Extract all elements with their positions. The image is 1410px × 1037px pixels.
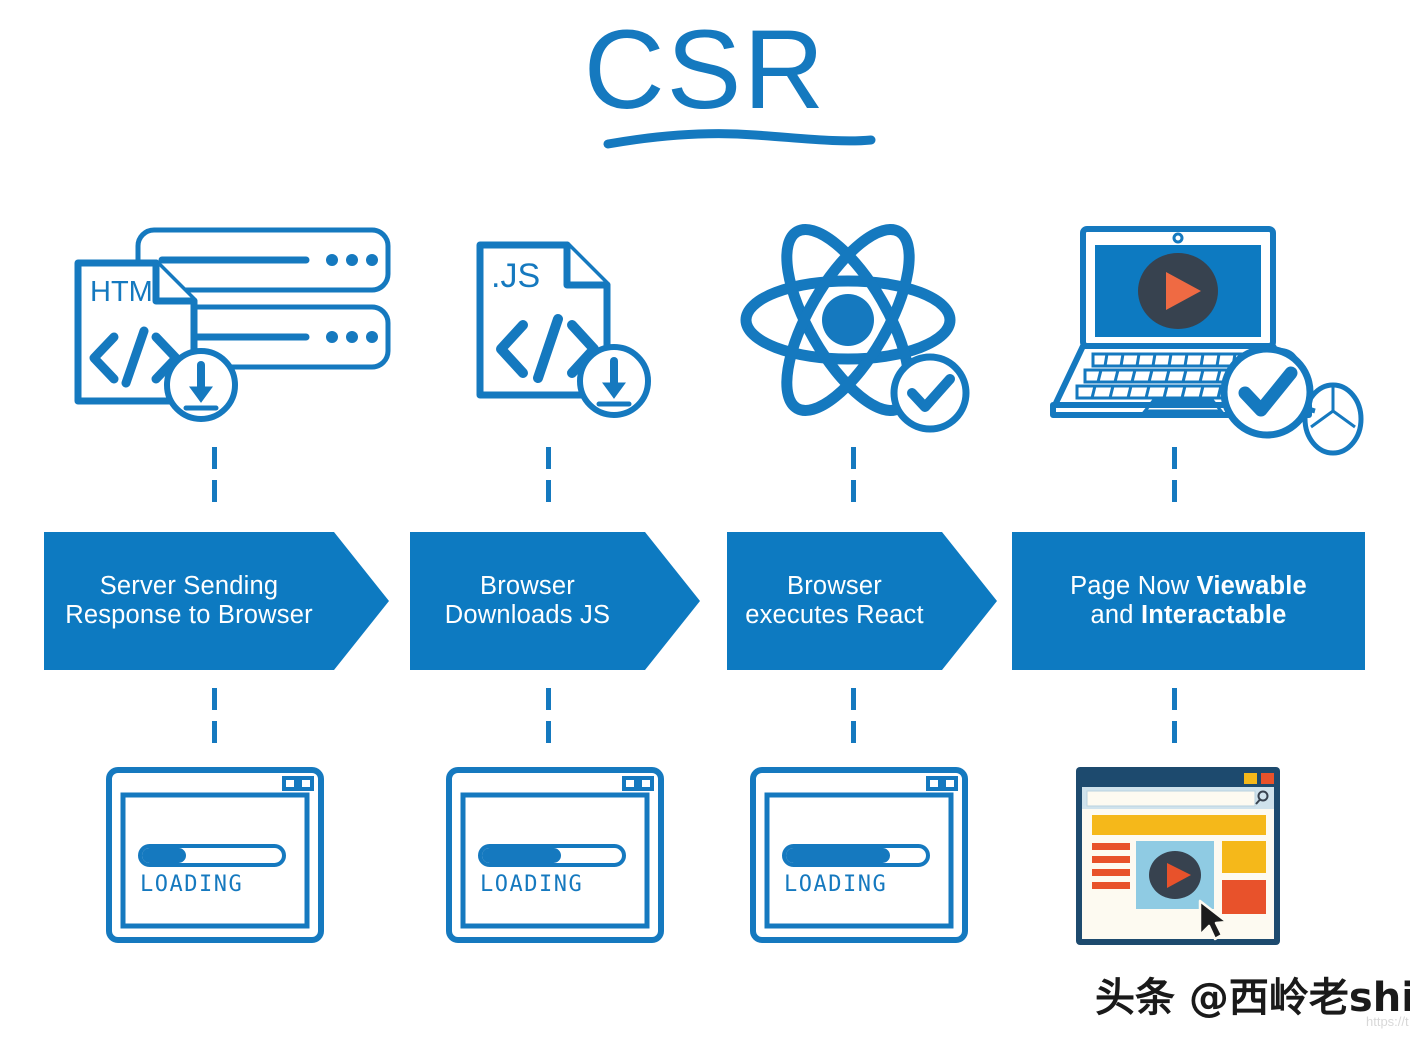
check-badge <box>1220 345 1314 439</box>
banner-arrow-tip <box>645 532 700 670</box>
html-file-label: HTML <box>90 276 169 308</box>
title-underline-icon <box>603 129 876 149</box>
js-file-icon: .JS <box>455 215 685 455</box>
banner-line-2: Response to Browser <box>65 601 313 629</box>
loading-label-3: LOADING <box>784 872 887 897</box>
rendered-page-window <box>1074 765 1282 947</box>
step-banner-1[interactable]: Server Sending Response to Browser <box>44 532 389 670</box>
loading-browser-window-3: LOADING <box>748 765 970 945</box>
yellow-block <box>1222 841 1266 873</box>
html-file-server-icon: HTML <box>60 215 400 455</box>
connector-banner-mock-2 <box>546 688 551 754</box>
play-button-icon <box>1149 851 1201 899</box>
search-input <box>1086 790 1256 807</box>
step-banner-4[interactable]: Page Now Viewable and Interactable <box>1012 532 1365 670</box>
connector-banner-mock-1 <box>212 688 217 754</box>
banner-line-1: Browser <box>480 572 575 601</box>
banner-line-2-plain: and <box>1090 601 1141 629</box>
banner-arrow-tip <box>334 532 389 670</box>
banner-label: Browser executes React <box>727 532 942 670</box>
watermark-text: 头条 @西岭老shi <box>1095 975 1410 1021</box>
progress-fill <box>482 848 561 863</box>
window-button-minimize <box>1244 773 1257 784</box>
react-atom-icon <box>730 215 980 455</box>
banner-line-2: Downloads JS <box>444 601 611 629</box>
loading-label-2: LOADING <box>480 872 583 897</box>
banner-label: Server Sending Response to Browser <box>44 532 334 670</box>
watermark-url: https://t <box>1366 1014 1409 1029</box>
loading-browser-window-2: LOADING <box>444 765 666 945</box>
banner-line-1: Server Sending <box>99 572 279 601</box>
connector-icon-banner-3 <box>851 447 856 513</box>
download-arrow-badge <box>164 348 238 422</box>
connector-banner-mock-3 <box>851 688 856 754</box>
step-banner-3[interactable]: Browser executes React <box>727 532 997 670</box>
loading-label-1: LOADING <box>140 872 243 897</box>
laptop-mouse-icon <box>1045 215 1375 456</box>
js-file-label: .JS <box>491 257 540 295</box>
play-button-icon <box>1138 253 1218 329</box>
banner-line-2-bold: Interactable <box>1140 601 1287 629</box>
download-arrow-badge <box>577 344 651 418</box>
step-banner-2[interactable]: Browser Downloads JS <box>410 532 700 670</box>
loading-browser-window-1: LOADING <box>104 765 326 945</box>
page-title: CSR <box>0 14 1410 126</box>
banner-label: Browser Downloads JS <box>410 532 645 670</box>
connector-icon-banner-4 <box>1172 447 1177 513</box>
yellow-banner <box>1092 815 1266 835</box>
banner-line-2: executes React <box>745 601 924 629</box>
banner-line-1: Browser <box>787 572 882 601</box>
banner-arrow-tip <box>942 532 997 670</box>
progress-fill <box>142 848 186 863</box>
banner-line-1-bold: Viewable <box>1196 572 1307 601</box>
connector-icon-banner-1 <box>212 447 217 513</box>
check-badge <box>890 353 970 433</box>
banner-line-1-plain: Page Now <box>1070 572 1197 601</box>
page-title-text: CSR <box>583 7 827 132</box>
progress-fill <box>786 848 890 863</box>
diagram-canvas: CSR HTML .JS Server Sending Response to … <box>0 0 1410 1037</box>
orange-block <box>1222 880 1266 914</box>
window-button-close <box>1261 773 1274 784</box>
banner-label: Page Now Viewable and Interactable <box>1012 532 1365 670</box>
connector-icon-banner-2 <box>546 447 551 513</box>
connector-banner-mock-4 <box>1172 688 1177 754</box>
